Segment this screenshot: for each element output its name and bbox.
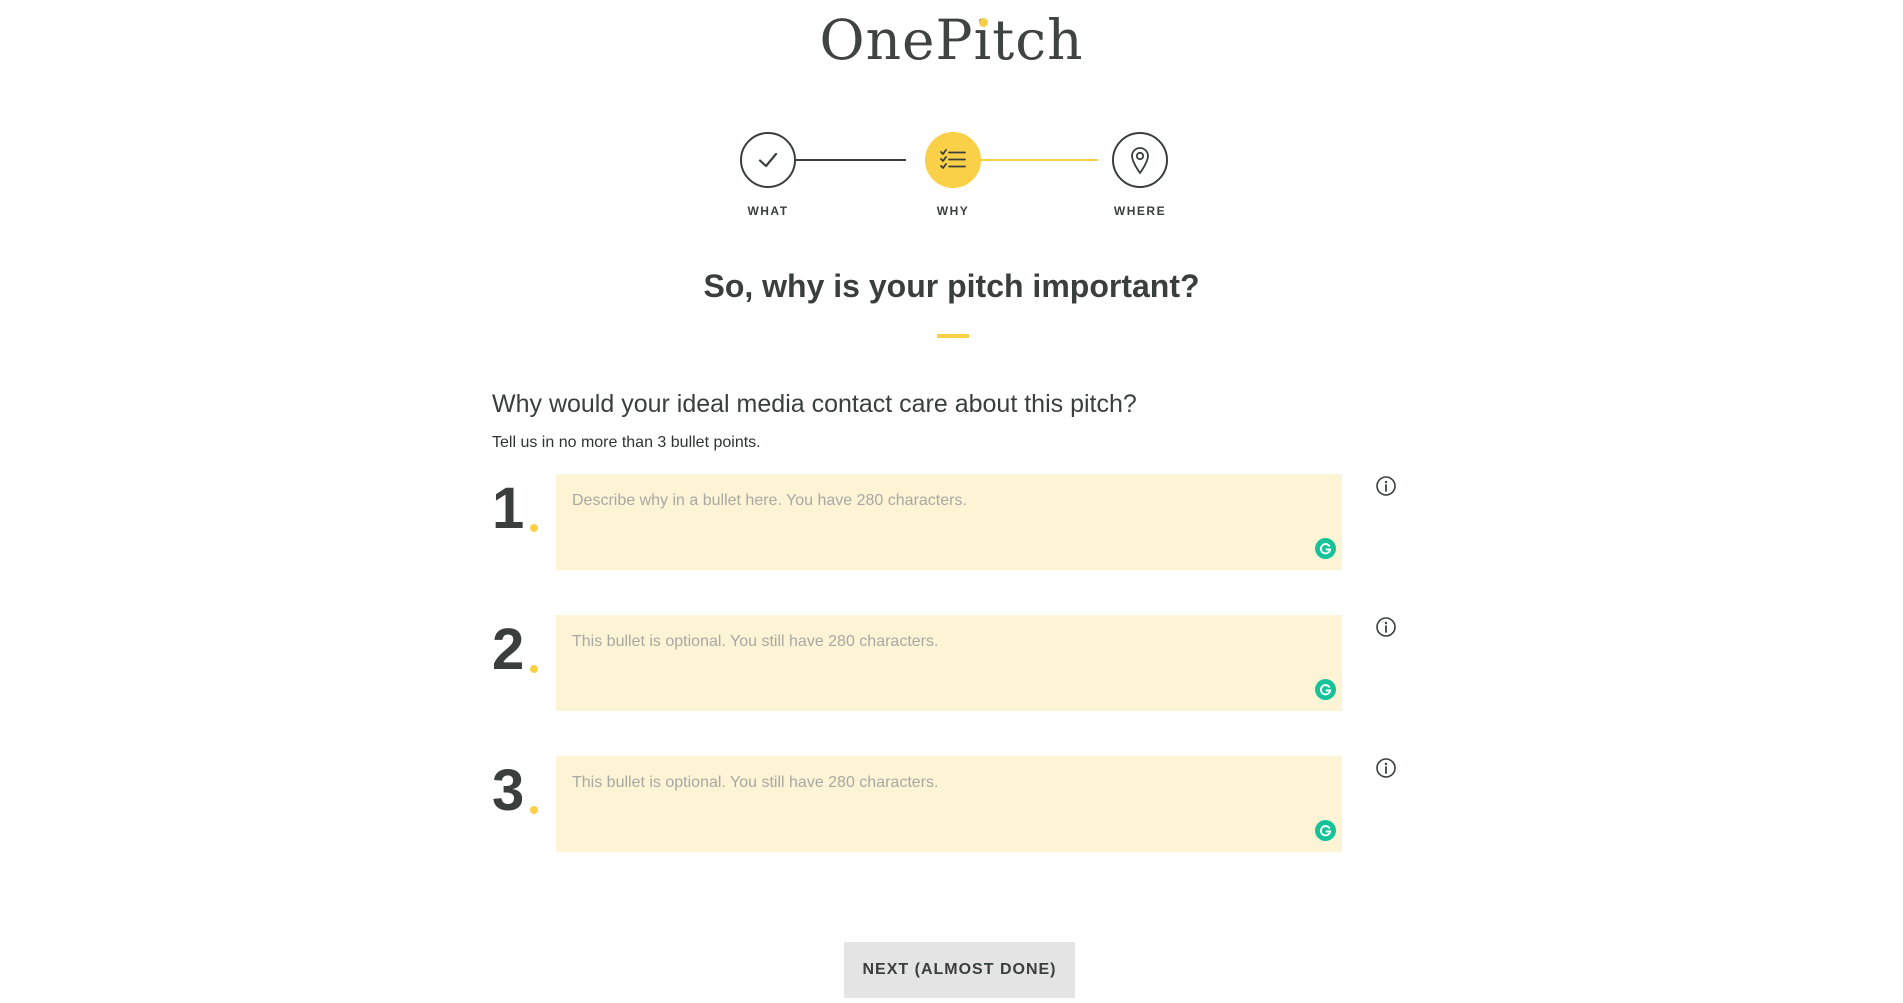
step-why[interactable]: WHY	[901, 132, 1005, 218]
check-icon	[758, 152, 778, 168]
logo-i: i	[974, 4, 993, 76]
next-button[interactable]: NEXT (ALMOST DONE)	[844, 942, 1075, 998]
grammarly-icon[interactable]	[1315, 538, 1336, 559]
bullet-dot-3	[530, 806, 538, 814]
bullet-field-1[interactable]	[556, 474, 1342, 570]
bullet-number-2: 2	[492, 617, 525, 682]
bullet-dot-1	[530, 524, 538, 532]
section-question: Why would your ideal media contact care …	[492, 390, 1137, 418]
bullet-field-2[interactable]	[556, 615, 1342, 711]
logo-i-dot	[978, 18, 988, 27]
progress-stepper: WHAT WHY WHERE	[718, 127, 1178, 227]
title-underline	[937, 334, 969, 338]
info-icon[interactable]	[1375, 757, 1397, 779]
logo-text-end: tch	[992, 8, 1084, 72]
step-where[interactable]: WHERE	[1088, 132, 1192, 218]
bullet-row-2: 2	[492, 615, 1412, 711]
step-what[interactable]: WHAT	[716, 132, 820, 218]
bullet-row-1: 1	[492, 474, 1412, 570]
step-why-circle	[925, 132, 981, 188]
map-pin-icon	[1131, 147, 1149, 174]
page-title: So, why is your pitch important?	[703, 268, 1200, 304]
info-icon[interactable]	[1375, 616, 1397, 638]
logo-text-start: OneP	[819, 8, 974, 72]
grammarly-icon[interactable]	[1315, 679, 1336, 700]
info-icon[interactable]	[1375, 475, 1397, 497]
bullet-number-1: 1	[492, 476, 525, 541]
checklist-icon	[940, 149, 966, 169]
step-where-label: WHERE	[1113, 204, 1167, 218]
bullet-dot-2	[530, 665, 538, 673]
bullet-field-3[interactable]	[556, 756, 1342, 852]
bullet-row-3: 3	[492, 756, 1412, 852]
bullet-number-3: 3	[492, 758, 525, 823]
step-why-label: WHY	[936, 204, 970, 218]
section-hint: Tell us in no more than 3 bullet points.	[492, 434, 761, 451]
step-what-circle	[740, 132, 796, 188]
onepitch-logo[interactable]: OnePi tch	[0, 4, 1903, 76]
step-what-label: WHAT	[747, 204, 789, 218]
grammarly-icon[interactable]	[1315, 820, 1336, 841]
step-where-circle	[1112, 132, 1168, 188]
